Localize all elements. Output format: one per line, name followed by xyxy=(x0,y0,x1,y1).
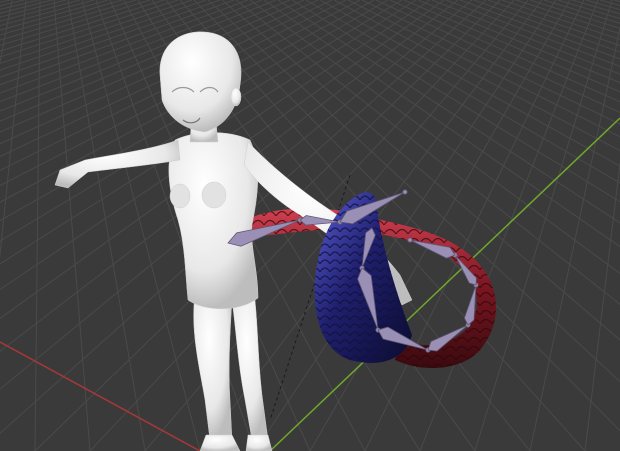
armature-joint[interactable] xyxy=(402,189,408,195)
armature-joint[interactable] xyxy=(407,237,413,243)
3d-viewport[interactable] xyxy=(0,0,620,451)
